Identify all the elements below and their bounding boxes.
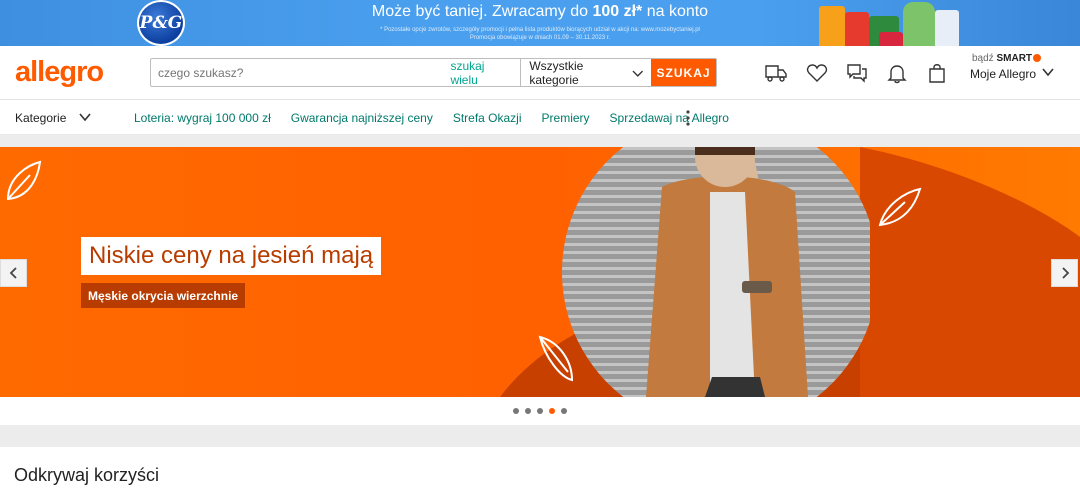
category-select-label: Wszystkie kategorie — [529, 58, 584, 87]
section-divider — [0, 425, 1080, 447]
hero-subtitle[interactable]: Męskie okrycia wierzchnie — [81, 283, 246, 308]
chevron-left-icon — [9, 267, 17, 279]
promo-fine-print: * Pozostałe opcje zwrotów, szczegóły pro… — [380, 27, 700, 41]
search-bar: szukaj wielu Wszystkie kategorie SZUKAJ — [150, 58, 717, 87]
promo-title: Może być taniej. Zwracamy do 100 zł* na … — [371, 3, 709, 20]
carousel-dot-active[interactable] — [549, 408, 555, 414]
promo-banner[interactable]: P&G Może być taniej. Zwracamy do 100 zł*… — [0, 0, 1080, 46]
section-divider — [0, 135, 1080, 147]
carousel-prev-button[interactable] — [0, 259, 27, 287]
carousel-dots — [0, 397, 1080, 425]
cart-icon[interactable] — [926, 62, 948, 84]
nav-link-lowest-price[interactable]: Gwarancja najniższej ceny — [291, 111, 433, 125]
benefits-section-title: Odkrywaj korzyści — [14, 465, 160, 485]
carousel-dot[interactable] — [525, 408, 531, 414]
delivery-truck-icon[interactable] — [764, 62, 788, 84]
chevron-down-icon — [632, 70, 643, 77]
carousel-dot[interactable] — [561, 408, 567, 414]
nav-link-lottery[interactable]: Loteria: wygraj 100 000 zł — [134, 111, 271, 125]
hero-title: Niskie ceny na jesień mają — [81, 237, 382, 275]
nav-link-deals[interactable]: Strefa Okazji — [453, 111, 522, 125]
category-select[interactable]: Wszystkie kategorie — [520, 58, 651, 87]
more-vertical-icon[interactable] — [684, 109, 692, 127]
heart-icon[interactable] — [806, 62, 828, 84]
account-menu[interactable]: Moje Allegro — [970, 67, 1036, 81]
search-input[interactable] — [151, 59, 451, 86]
bell-icon[interactable] — [886, 62, 908, 84]
chevron-down-icon[interactable] — [1041, 65, 1055, 79]
carousel-next-button[interactable] — [1051, 259, 1078, 287]
main-header: allegro szukaj wielu Wszystkie kategorie… — [0, 46, 1080, 100]
pg-logo: P&G — [137, 0, 185, 46]
chevron-right-icon — [1061, 267, 1069, 279]
smart-badge-icon — [1033, 54, 1042, 63]
secondary-nav: Kategorie Loteria: wygraj 100 000 zł Gwa… — [0, 101, 1080, 135]
categories-menu[interactable]: Kategorie — [15, 111, 66, 125]
carousel-dot[interactable] — [537, 408, 543, 414]
smart-promo[interactable]: bądź SMART — [972, 53, 1042, 64]
chat-icon[interactable] — [846, 62, 868, 84]
nav-link-premieres[interactable]: Premiery — [542, 111, 590, 125]
nav-links: Loteria: wygraj 100 000 zł Gwarancja naj… — [134, 111, 729, 125]
carousel-dot[interactable] — [513, 408, 519, 414]
search-button[interactable]: SZUKAJ — [651, 59, 716, 86]
smart-label: SMART — [996, 53, 1033, 64]
nav-link-sell[interactable]: Sprzedawaj na Allegro — [610, 111, 729, 125]
promo-products-image — [815, 0, 965, 46]
chevron-down-icon[interactable] — [78, 110, 92, 124]
search-many-link[interactable]: szukaj wielu — [450, 59, 520, 87]
allegro-logo[interactable]: allegro — [15, 58, 104, 87]
